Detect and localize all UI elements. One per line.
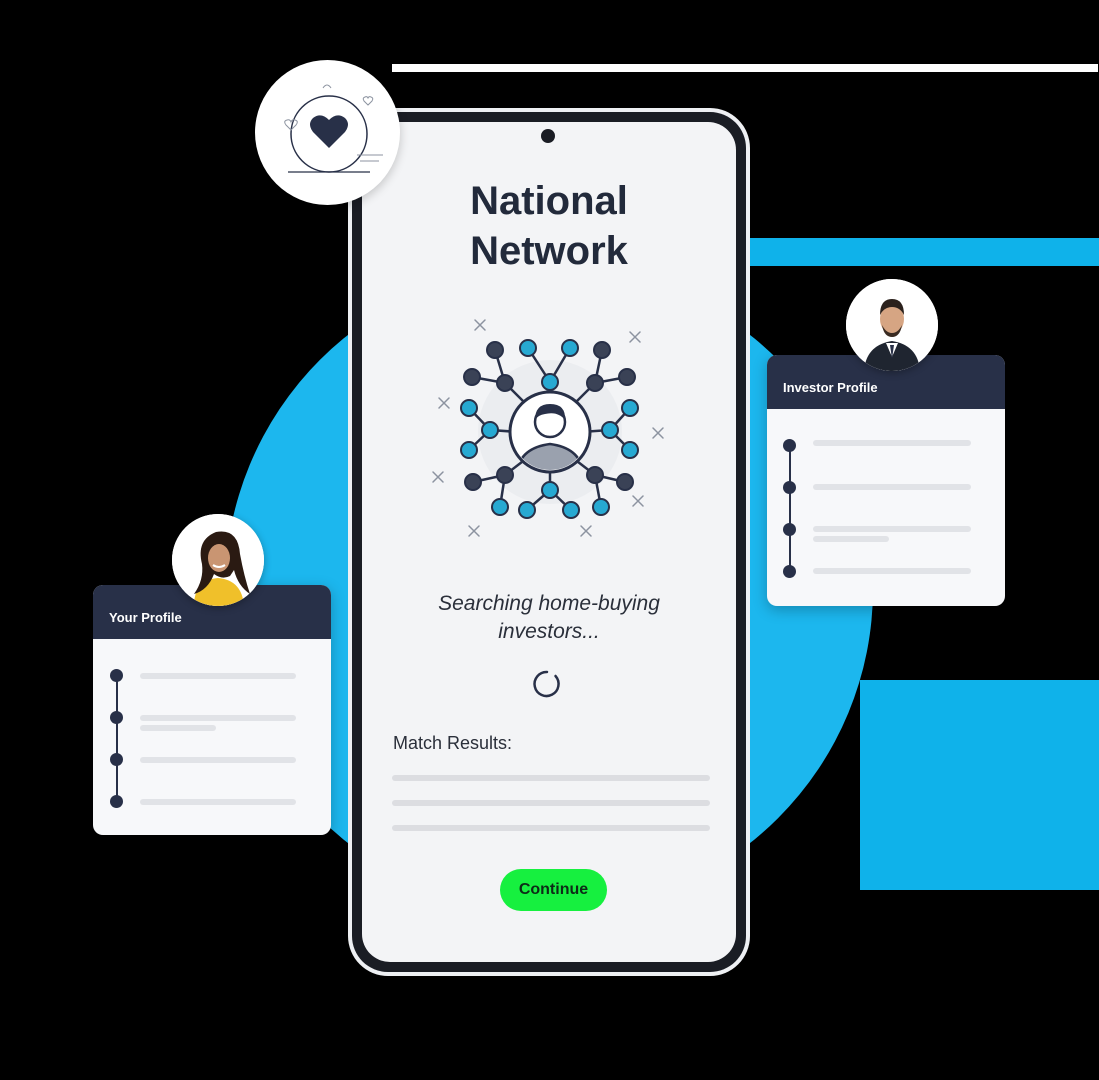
placeholder-bar bbox=[140, 725, 216, 731]
match-results-label: Match Results: bbox=[393, 733, 513, 753]
placeholder-bar bbox=[813, 440, 971, 446]
investor-avatar bbox=[846, 279, 938, 371]
loading-spinner-icon bbox=[533, 670, 560, 698]
placeholder-bar bbox=[813, 536, 889, 542]
placeholder-bar bbox=[813, 484, 971, 490]
background-bar bbox=[392, 64, 1098, 72]
placeholder-bar bbox=[140, 757, 296, 763]
placeholder-bar bbox=[140, 715, 296, 721]
heart-icon bbox=[284, 84, 383, 173]
title-line-1: National bbox=[470, 179, 628, 223]
timeline-line bbox=[789, 445, 791, 571]
timeline-dot bbox=[110, 795, 123, 808]
timeline-dot bbox=[783, 481, 796, 494]
user-avatar bbox=[172, 514, 264, 606]
placeholder-bar bbox=[140, 799, 296, 805]
placeholder-bar bbox=[140, 673, 296, 679]
investor-profile-card: Investor Profile bbox=[767, 355, 1005, 606]
result-placeholder bbox=[392, 775, 710, 781]
title-line-2: Network bbox=[470, 229, 628, 273]
page-title: National Network bbox=[362, 176, 736, 276]
network-icon bbox=[432, 319, 664, 537]
timeline-dot bbox=[783, 565, 796, 578]
background-bar-blue bbox=[745, 238, 1099, 266]
result-placeholder bbox=[392, 800, 710, 806]
timeline-dot bbox=[783, 439, 796, 452]
card-title: Your Profile bbox=[109, 610, 182, 625]
timeline-dot bbox=[783, 523, 796, 536]
status-line-2: investors... bbox=[498, 620, 600, 643]
status-line-1: Searching home-buying bbox=[438, 592, 660, 615]
timeline-dot bbox=[110, 711, 123, 724]
your-profile-card: Your Profile bbox=[93, 585, 331, 835]
timeline-line bbox=[116, 675, 118, 801]
searching-status: Searching home-buying investors... bbox=[362, 590, 736, 646]
placeholder-bar bbox=[813, 568, 971, 574]
camera-hole bbox=[541, 129, 555, 143]
continue-button[interactable]: Continue bbox=[500, 869, 607, 911]
timeline-dot bbox=[110, 669, 123, 682]
result-placeholder bbox=[392, 825, 710, 831]
timeline-dot bbox=[110, 753, 123, 766]
background-block-blue bbox=[860, 680, 1099, 890]
card-title: Investor Profile bbox=[783, 380, 878, 395]
placeholder-bar bbox=[813, 526, 971, 532]
heart-badge bbox=[255, 60, 400, 205]
